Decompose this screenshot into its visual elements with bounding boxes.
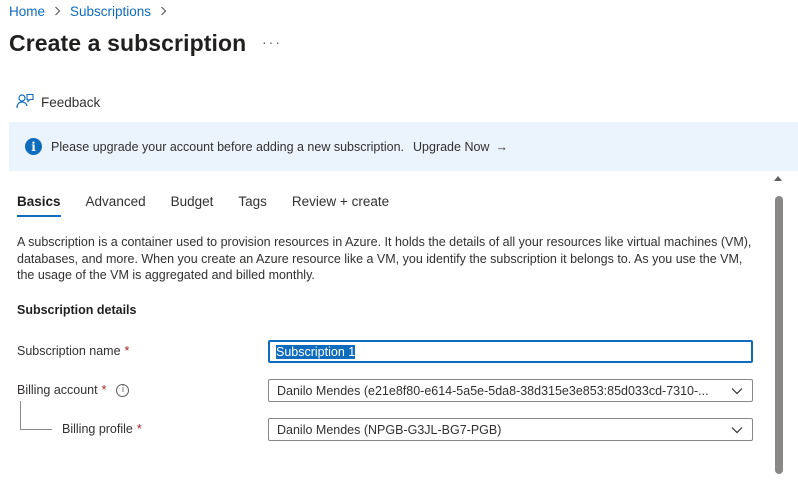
subscription-description: A subscription is a container used to pr… <box>17 235 752 282</box>
page-title: Create a subscription <box>9 30 247 56</box>
required-mark: * <box>101 383 107 397</box>
banner-message: Please upgrade your account before addin… <box>51 139 405 154</box>
arrow-right-icon: → <box>495 139 508 154</box>
upgrade-banner: i Please upgrade your account before add… <box>9 122 798 171</box>
chevron-down-icon <box>730 384 744 398</box>
chevron-down-icon <box>730 423 744 437</box>
tab-bar: Basics Advanced Budget Tags Review + cre… <box>17 194 389 217</box>
tab-budget[interactable]: Budget <box>171 194 214 217</box>
breadcrumb-home[interactable]: Home <box>9 4 45 19</box>
breadcrumb-subscriptions[interactable]: Subscriptions <box>70 4 151 19</box>
required-mark: * <box>124 344 130 358</box>
billing-account-dropdown[interactable]: Danilo Mendes (e21e8f80-e614-5a5e-5da8-3… <box>268 379 753 402</box>
billing-account-label: Billing account * i <box>17 383 130 397</box>
tab-basics[interactable]: Basics <box>17 194 61 217</box>
section-title: Subscription details <box>17 303 137 317</box>
billing-profile-value: Danilo Mendes (NPGB-G3JL-BG7-PGB) <box>277 422 502 437</box>
feedback-button[interactable]: Feedback <box>16 93 100 112</box>
billing-profile-dropdown[interactable]: Danilo Mendes (NPGB-G3JL-BG7-PGB) <box>268 418 753 441</box>
subscription-name-input[interactable] <box>268 340 753 363</box>
scroll-up-arrow-icon[interactable] <box>774 176 782 181</box>
more-options-button[interactable]: ··· <box>262 34 282 50</box>
vertical-scrollbar[interactable] <box>772 174 786 482</box>
tab-review-create[interactable]: Review + create <box>292 194 389 217</box>
upgrade-now-link[interactable]: Upgrade Now → <box>413 140 508 154</box>
billing-profile-label: Billing profile * <box>62 422 142 436</box>
scrollbar-thumb[interactable] <box>775 196 783 474</box>
info-icon: i <box>25 138 42 155</box>
required-mark: * <box>136 422 142 436</box>
billing-account-value: Danilo Mendes (e21e8f80-e614-5a5e-5da8-3… <box>277 383 709 398</box>
feedback-label: Feedback <box>41 95 101 110</box>
tab-tags[interactable]: Tags <box>238 194 267 217</box>
chevron-right-icon <box>160 6 167 16</box>
breadcrumb: Home Subscriptions <box>9 2 176 20</box>
subscription-name-label: Subscription name * <box>17 344 129 358</box>
feedback-person-icon <box>16 93 34 112</box>
upgrade-now-label: Upgrade Now <box>413 139 490 154</box>
info-help-icon[interactable]: i <box>116 383 130 397</box>
tree-connector-line <box>20 401 52 430</box>
tab-advanced[interactable]: Advanced <box>86 194 146 217</box>
billing-account-label-text: Billing account <box>17 383 98 397</box>
subscription-name-label-text: Subscription name <box>17 344 121 358</box>
billing-profile-label-text: Billing profile <box>62 422 133 436</box>
chevron-right-icon <box>54 6 61 16</box>
